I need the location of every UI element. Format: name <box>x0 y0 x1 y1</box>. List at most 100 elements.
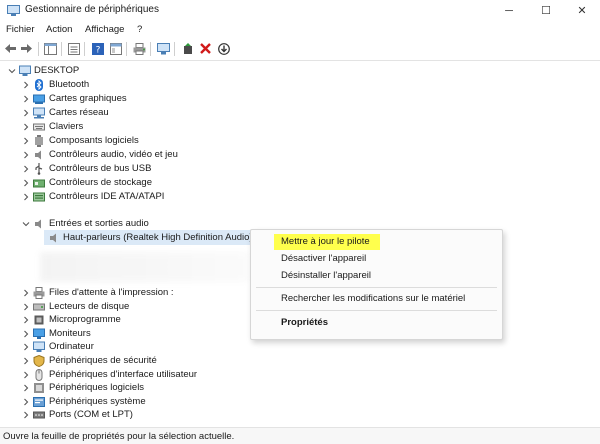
tree-item-label[interactable]: Cartes réseau <box>49 107 109 118</box>
scan-hardware-icon[interactable] <box>156 41 171 56</box>
console-tree-icon[interactable] <box>43 41 58 56</box>
ports-icon <box>33 411 45 419</box>
chevron-right-icon[interactable] <box>22 316 30 324</box>
tree-item-label[interactable]: Claviers <box>49 121 83 132</box>
chevron-right-icon[interactable] <box>22 371 30 379</box>
minimize-button[interactable]: ─ <box>491 0 527 21</box>
chevron-right-icon[interactable] <box>22 179 30 187</box>
menu-help[interactable]: ? <box>137 24 142 35</box>
tree-item-label[interactable]: Périphériques système <box>49 396 146 407</box>
firmware-icon <box>34 315 44 325</box>
toolbar-separator <box>38 42 39 56</box>
speaker-icon <box>50 233 56 243</box>
monitor-icon <box>33 328 45 339</box>
tree-item-label[interactable]: Périphériques d'interface utilisateur <box>49 369 197 380</box>
tree-item-label[interactable]: Contrôleurs de bus USB <box>49 163 151 174</box>
chevron-right-icon[interactable] <box>22 95 30 103</box>
print-icon[interactable] <box>132 41 147 56</box>
menu-action[interactable]: Action <box>46 24 72 35</box>
scan-hardware-menu-item[interactable]: Rechercher les modifications sur le maté… <box>281 293 465 304</box>
speaker-device-label[interactable]: Haut-parleurs (Realtek High Definition A… <box>63 232 253 243</box>
uninstall-device-menu-item[interactable]: Désinstaller l'appareil <box>281 270 371 281</box>
tree-item-label[interactable]: Bluetooth <box>49 79 89 90</box>
tree-item-label[interactable]: Contrôleurs IDE ATA/ATAPI <box>49 191 164 202</box>
blurred-region <box>40 252 250 282</box>
chevron-right-icon[interactable] <box>22 289 30 297</box>
tree-item-label[interactable]: Ordinateur <box>49 341 94 352</box>
device-manager-icon <box>7 5 20 16</box>
maximize-button[interactable]: ☐ <box>528 0 564 21</box>
uninstall-icon[interactable] <box>198 41 213 56</box>
tree-item-label[interactable]: Périphériques logiciels <box>49 382 144 393</box>
tree-item-label[interactable]: Contrôleurs de stockage <box>49 177 152 188</box>
toolbar-separator <box>61 42 62 56</box>
menu-fichier[interactable]: Fichier <box>6 24 35 35</box>
menu-separator <box>256 310 497 311</box>
list-view-icon[interactable] <box>66 41 81 56</box>
window-title: Gestionnaire de périphériques <box>25 4 159 15</box>
tree-item-label[interactable]: Cartes graphiques <box>49 93 127 104</box>
software-component-icon <box>35 135 43 147</box>
back-icon[interactable] <box>3 41 18 56</box>
forward-icon[interactable] <box>19 41 34 56</box>
download-icon[interactable] <box>216 41 231 56</box>
chevron-right-icon[interactable] <box>22 109 30 117</box>
tree-item-label[interactable]: Contrôleurs audio, vidéo et jeu <box>49 149 178 160</box>
system-device-icon <box>33 396 45 407</box>
ide-controller-icon <box>33 192 45 202</box>
usb-icon <box>35 163 43 175</box>
chevron-right-icon[interactable] <box>22 384 30 392</box>
properties-menu-item[interactable]: Propriétés <box>281 317 328 328</box>
status-bar: Ouvre la feuille de propriétés pour la s… <box>0 427 600 444</box>
chevron-right-icon[interactable] <box>22 165 30 173</box>
chevron-right-icon[interactable] <box>22 303 30 311</box>
tree-item-label[interactable]: Périphériques de sécurité <box>49 355 157 366</box>
toolbar: ? <box>0 39 600 59</box>
status-text: Ouvre la feuille de propriétés pour la s… <box>3 431 235 442</box>
audio-group-label[interactable]: Entrées et sorties audio <box>49 218 149 229</box>
keyboard-icon <box>33 123 45 131</box>
chevron-right-icon[interactable] <box>22 81 30 89</box>
chevron-down-icon[interactable] <box>8 67 16 75</box>
display-adapter-icon <box>33 94 45 104</box>
speaker-icon <box>35 219 41 229</box>
toolbar-separator <box>174 42 175 56</box>
add-driver-icon[interactable] <box>180 41 195 56</box>
chevron-right-icon[interactable] <box>22 411 30 419</box>
chevron-right-icon[interactable] <box>22 193 30 201</box>
tree-item-label[interactable]: Microprogramme <box>49 314 121 325</box>
toolbar-separator <box>126 42 127 56</box>
network-adapter-icon <box>33 107 45 119</box>
chevron-right-icon[interactable] <box>22 343 30 351</box>
chevron-right-icon[interactable] <box>22 151 30 159</box>
chevron-right-icon[interactable] <box>22 398 30 406</box>
storage-controller-icon <box>33 179 45 188</box>
help-icon[interactable]: ? <box>90 41 105 56</box>
title-bar: Gestionnaire de périphériques ─ ☐ ✕ <box>0 0 600 21</box>
menu-affichage[interactable]: Affichage <box>85 24 124 35</box>
chevron-right-icon[interactable] <box>22 330 30 338</box>
chevron-down-icon[interactable] <box>22 220 30 228</box>
tree-item-label[interactable]: Files d'attente à l'impression : <box>49 287 174 298</box>
disk-drive-icon <box>33 303 45 311</box>
audio-controller-icon <box>35 150 41 160</box>
properties-icon[interactable] <box>108 41 123 56</box>
bluetooth-icon <box>35 79 43 91</box>
chevron-right-icon[interactable] <box>22 137 30 145</box>
disable-device-menu-item[interactable]: Désactiver l'appareil <box>281 253 366 264</box>
security-device-icon <box>33 355 45 367</box>
software-device-icon <box>34 383 44 394</box>
print-queue-icon <box>33 287 45 299</box>
update-driver-menu-item[interactable]: Mettre à jour le pilote <box>281 236 370 247</box>
toolbar-separator <box>84 42 85 56</box>
chevron-right-icon[interactable] <box>22 123 30 131</box>
tree-root-label[interactable]: DESKTOP <box>34 65 79 76</box>
close-button[interactable]: ✕ <box>564 0 600 21</box>
tree-item-label[interactable]: Composants logiciels <box>49 135 139 146</box>
chevron-right-icon[interactable] <box>22 357 30 365</box>
tree-item-label[interactable]: Lecteurs de disque <box>49 301 129 312</box>
menu-bar: Fichier Action Affichage ? <box>0 22 600 38</box>
tree-item-label[interactable]: Moniteurs <box>49 328 91 339</box>
svg-text:?: ? <box>95 45 100 55</box>
tree-item-label[interactable]: Ports (COM et LPT) <box>49 409 133 420</box>
